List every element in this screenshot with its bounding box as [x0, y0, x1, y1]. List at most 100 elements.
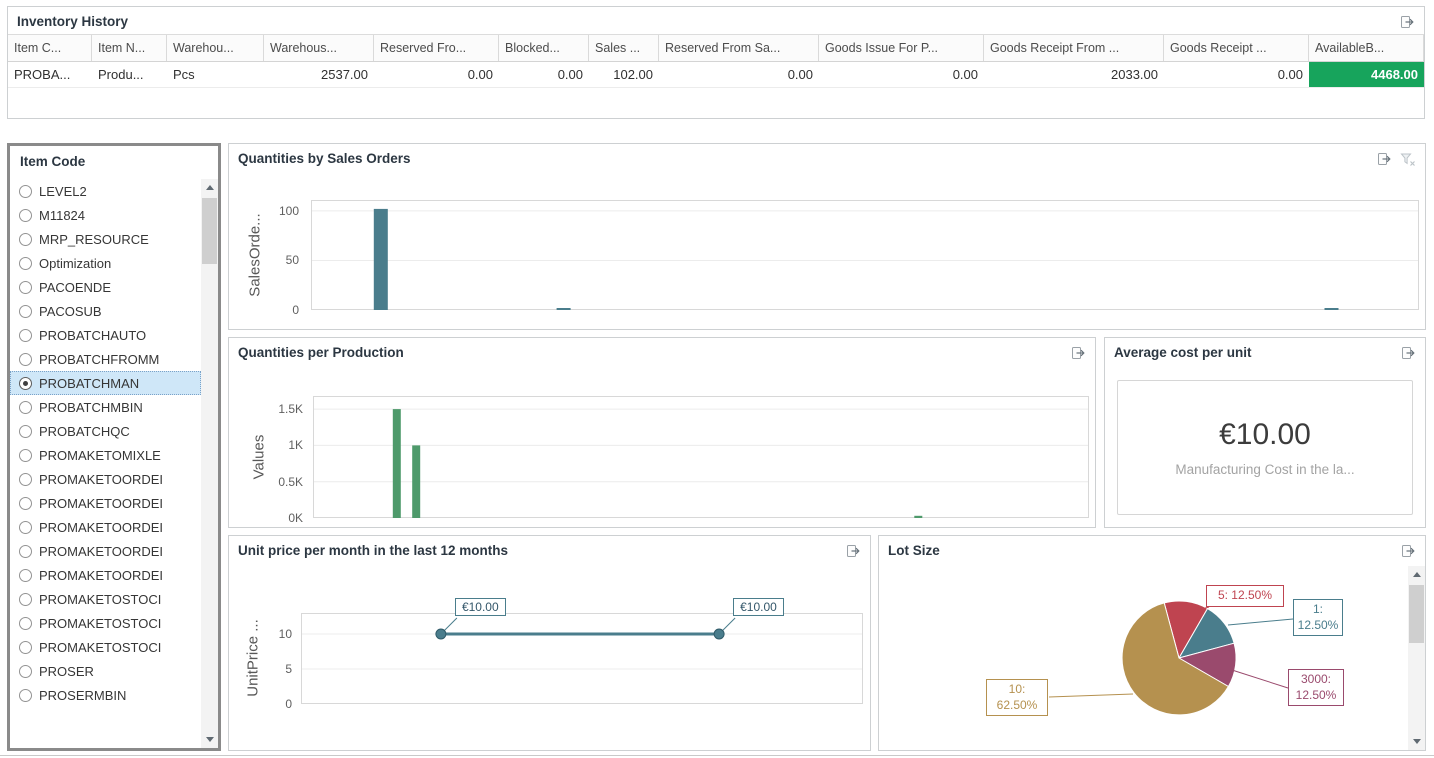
item-code-label: PROMAKETOORDEI	[39, 520, 163, 535]
item-code-option[interactable]: PROMAKETOSTOCI	[10, 635, 201, 659]
inventory-history-panel: Inventory History Item C...Item N...Ware…	[7, 6, 1425, 119]
item-code-label: Optimization	[39, 256, 111, 271]
panel-title: Quantities by Sales Orders	[238, 151, 411, 166]
item-code-label: PROMAKETOORDEI	[39, 544, 163, 559]
item-code-label: PROMAKETOMIXLE	[39, 448, 161, 463]
scroll-down-icon[interactable]	[201, 731, 218, 748]
item-code-option[interactable]: PROBATCHMBIN	[10, 395, 201, 419]
item-code-option[interactable]: PROMAKETOSTOCI	[10, 611, 201, 635]
unit-price-panel: Unit price per month in the last 12 mont…	[228, 535, 871, 751]
inventory-data-row[interactable]: PROBA...Produ...Pcs2537.000.000.00102.00…	[8, 62, 1424, 88]
average-cost-panel: Average cost per unit €10.00 Manufacturi…	[1104, 337, 1426, 528]
item-code-label: PROMAKETOSTOCI	[39, 640, 161, 655]
column-header[interactable]: Warehous...	[264, 35, 374, 61]
lot-size-panel: Lot Size 5: 12.50% 1: 12.50% 3000: 12.50…	[878, 535, 1426, 751]
export-icon[interactable]	[843, 543, 862, 559]
export-icon[interactable]	[1398, 543, 1417, 559]
item-code-option[interactable]: PROMAKETOSTOCI	[10, 587, 201, 611]
panel-header: Inventory History	[8, 7, 1424, 30]
y-axis-tick: 100	[269, 204, 299, 218]
item-code-label: PACOENDE	[39, 280, 111, 295]
item-code-option[interactable]: PROMAKETOORDEI	[10, 539, 201, 563]
column-header[interactable]: Goods Receipt ...	[1164, 35, 1309, 61]
panel-header: Quantities by Sales Orders	[229, 144, 1425, 167]
item-code-label: LEVEL2	[39, 184, 87, 199]
grid-cell: Pcs	[167, 62, 264, 87]
panel-icons	[1398, 543, 1417, 559]
export-icon[interactable]	[1398, 345, 1417, 361]
y-axis-ticks: 1050	[264, 613, 296, 704]
item-code-label: MRP_RESOURCE	[39, 232, 149, 247]
radio-icon	[19, 401, 32, 414]
item-code-option[interactable]: PROBATCHFROMM	[10, 347, 201, 371]
item-code-option[interactable]: PROBATCHMAN	[10, 371, 201, 395]
grid-cell: 0.00	[1164, 62, 1309, 87]
item-code-option[interactable]: PROMAKETOORDEI	[10, 467, 201, 491]
item-code-option[interactable]: PROSER	[10, 659, 201, 683]
item-code-option[interactable]: MRP_RESOURCE	[10, 227, 201, 251]
panel-header: Lot Size	[879, 536, 1425, 559]
radio-icon	[19, 545, 32, 558]
item-code-option[interactable]: M11824	[10, 203, 201, 227]
item-code-label: PROBATCHMAN	[39, 376, 139, 391]
y-axis-title: Values	[251, 435, 268, 480]
radio-icon	[19, 641, 32, 654]
column-header[interactable]: Goods Issue For P...	[819, 35, 984, 61]
scroll-up-icon[interactable]	[1408, 566, 1425, 583]
panel-title: Average cost per unit	[1114, 345, 1252, 360]
radio-icon	[19, 233, 32, 246]
item-code-option[interactable]: PROMAKETOORDEI	[10, 491, 201, 515]
grid-cell: 2033.00	[984, 62, 1164, 87]
item-code-option[interactable]: PROMAKETOORDEI	[10, 515, 201, 539]
item-code-list: LEVEL2 M11824 MRP_RESOURCE Optimization PACO…	[10, 179, 201, 748]
panel-header: Quantities per Production	[229, 338, 1095, 361]
lot-size-scrollbar[interactable]	[1408, 566, 1425, 750]
clear-filter-icon[interactable]	[1398, 151, 1417, 167]
y-axis-tick: 1K	[267, 438, 303, 452]
scroll-thumb[interactable]	[1409, 585, 1424, 643]
column-header[interactable]: Item C...	[8, 35, 92, 61]
item-code-option[interactable]: Optimization	[10, 251, 201, 275]
y-axis-ticks: 1.5K1K0.5K0K	[267, 396, 307, 518]
item-code-option[interactable]: PROBATCHQC	[10, 419, 201, 443]
item-code-option[interactable]: PACOENDE	[10, 275, 201, 299]
production-chart	[313, 396, 1089, 518]
panel-icons	[1374, 151, 1417, 167]
column-header[interactable]: Sales ...	[589, 35, 659, 61]
item-code-option[interactable]: PACOSUB	[10, 299, 201, 323]
item-code-label: PROMAKETOSTOCI	[39, 616, 161, 631]
panel-title: Unit price per month in the last 12 mont…	[238, 543, 508, 558]
panel-icons	[843, 543, 862, 559]
scroll-up-icon[interactable]	[201, 179, 218, 196]
scroll-thumb[interactable]	[202, 198, 217, 264]
item-code-label: PROBATCHFROMM	[39, 352, 159, 367]
column-header[interactable]: AvailableB...	[1309, 35, 1424, 61]
export-icon[interactable]	[1397, 14, 1416, 30]
y-axis-tick: 50	[269, 253, 299, 267]
scroll-down-icon[interactable]	[1408, 733, 1425, 750]
column-header[interactable]: Item N...	[92, 35, 167, 61]
radio-icon	[19, 569, 32, 582]
column-header[interactable]: Blocked...	[499, 35, 589, 61]
item-code-option[interactable]: PROBATCHAUTO	[10, 323, 201, 347]
y-axis-tick: 0	[264, 697, 292, 711]
item-code-option[interactable]: PROSERMBIN	[10, 683, 201, 707]
item-code-panel: Item Code LEVEL2M11824MRP_RESOURCEOptimi…	[7, 143, 221, 751]
item-code-option[interactable]: PROMAKETOORDEI	[10, 563, 201, 587]
item-list-scrollbar[interactable]	[201, 179, 218, 748]
radio-icon	[19, 305, 32, 318]
column-header[interactable]: Reserved Fro...	[374, 35, 499, 61]
item-code-option[interactable]: LEVEL2	[10, 179, 201, 203]
unit-price-chart	[301, 613, 863, 704]
y-axis-tick: 10	[264, 627, 292, 641]
grid-cell: 0.00	[659, 62, 819, 87]
radio-icon	[19, 185, 32, 198]
column-header[interactable]: Goods Receipt From ...	[984, 35, 1164, 61]
export-icon[interactable]	[1068, 345, 1087, 361]
column-header[interactable]: Reserved From Sa...	[659, 35, 819, 61]
column-header[interactable]: Warehou...	[167, 35, 264, 61]
export-icon[interactable]	[1374, 151, 1393, 167]
y-axis-ticks: 100500	[269, 200, 303, 310]
item-code-option[interactable]: PROMAKETOMIXLE	[10, 443, 201, 467]
radio-icon	[19, 281, 32, 294]
